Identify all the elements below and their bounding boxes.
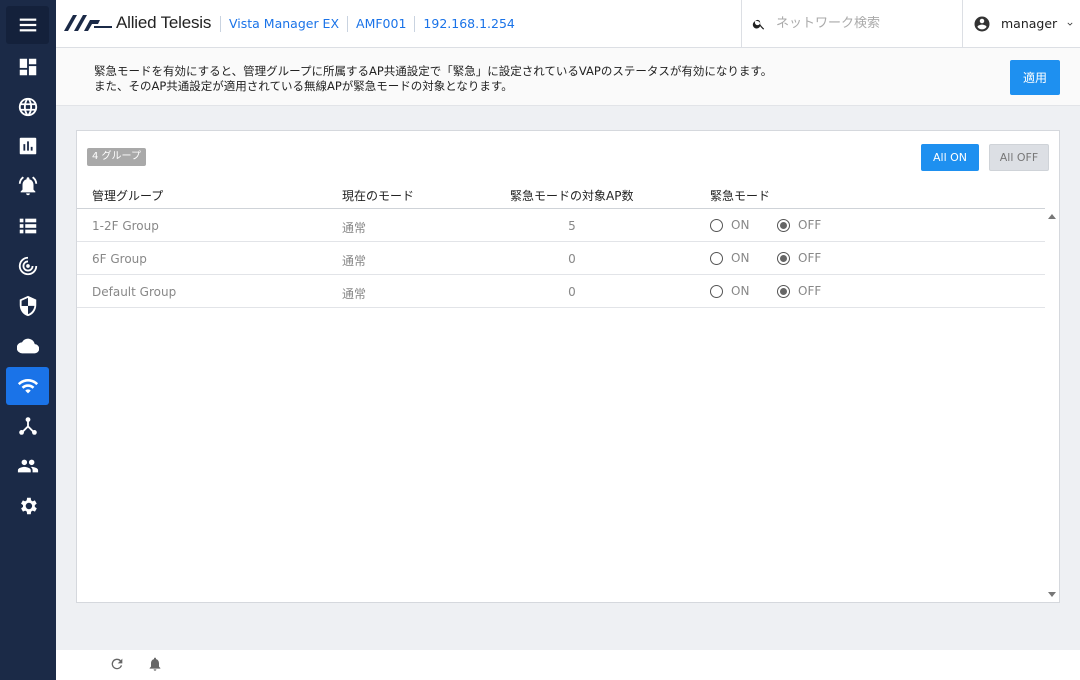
radio-unchecked-icon [710, 284, 723, 298]
group-name: Default Group [92, 285, 177, 299]
radio-checked-icon [777, 218, 790, 232]
notice-text: 緊急モードを有効にすると、管理グループに所属するAP共通設定で「緊急」に設定され… [94, 64, 772, 94]
current-mode: 通常 [342, 221, 367, 235]
sidebar-item-reports[interactable] [6, 127, 49, 165]
sidebar-item-users[interactable] [6, 447, 49, 485]
column-header-ap-count[interactable]: 緊急モードの対象AP数 [510, 187, 633, 204]
emergency-on-radio[interactable]: ON [710, 284, 749, 298]
user-name: manager [1001, 16, 1058, 31]
search-icon [752, 19, 765, 30]
group-name: 6F Group [92, 252, 147, 266]
network-icon [18, 417, 37, 435]
breadcrumb-amf[interactable]: AMF001 [347, 16, 414, 32]
apply-button[interactable]: 適用 [1010, 60, 1060, 95]
emergency-off-radio[interactable]: OFF [777, 251, 821, 265]
footer-bar [56, 650, 1080, 680]
group-table-panel: 4 グループ All ON All OFF 管理グループ 現在のモード 緊急モー… [76, 130, 1060, 603]
sidebar-item-topology[interactable] [6, 407, 49, 445]
sidebar-item-inventory[interactable] [6, 207, 49, 245]
notice-line-1: 緊急モードを有効にすると、管理グループに所属するAP共通設定で「緊急」に設定され… [94, 64, 773, 78]
emergency-off-radio[interactable]: OFF [777, 284, 821, 298]
logo-text: Allied Telesis [116, 13, 212, 32]
sidebar-item-wireless[interactable] [6, 367, 49, 405]
breadcrumb-ip[interactable]: 192.168.1.254 [414, 16, 522, 32]
all-on-button[interactable]: All ON [921, 144, 979, 171]
scroll-down-icon[interactable] [1048, 592, 1056, 597]
radio-label: ON [731, 251, 750, 265]
sidebar-item-settings[interactable] [6, 487, 49, 525]
sidebar-item-cloud[interactable] [6, 327, 49, 365]
globe-icon [18, 97, 37, 117]
sidebar-item-monitor[interactable] [6, 247, 49, 285]
menu-icon [19, 18, 36, 32]
column-header-current-mode[interactable]: 現在のモード [342, 187, 414, 204]
top-header: Allied Telesis Vista Manager EX AMF001 1… [56, 0, 1080, 48]
radio-label: OFF [798, 284, 822, 298]
chart-icon [19, 137, 36, 155]
account-icon [974, 16, 990, 31]
table-scrollbar[interactable] [1045, 209, 1060, 603]
refresh-icon[interactable] [109, 656, 125, 672]
table-body: 1-2F Group 通常 5 ON OFF 6F Group 通常 0 ON … [77, 209, 1045, 308]
user-menu[interactable]: manager [962, 0, 1080, 47]
logo: Allied Telesis [64, 12, 211, 34]
breadcrumb: Vista Manager EX AMF001 192.168.1.254 [220, 0, 523, 48]
column-header-emergency-mode[interactable]: 緊急モード [710, 187, 770, 204]
gear-icon [20, 497, 37, 515]
table-header: 管理グループ 現在のモード 緊急モードの対象AP数 緊急モード [77, 181, 1045, 209]
bell-icon[interactable] [147, 656, 163, 672]
cloud-icon [16, 338, 39, 354]
notice-line-2: また、そのAP共通設定が適用されている無線APが緊急モードの対象となります。 [94, 79, 513, 93]
radio-label: OFF [798, 218, 822, 232]
current-mode: 通常 [342, 287, 367, 301]
wifi-icon [17, 379, 38, 394]
radio-unchecked-icon [710, 251, 723, 265]
search-box [741, 0, 963, 47]
alarm-icon [18, 176, 37, 196]
people-icon [17, 459, 38, 473]
sidebar-item-network-map[interactable] [6, 88, 49, 126]
current-mode: 通常 [342, 254, 367, 268]
emergency-off-radio[interactable]: OFF [777, 218, 821, 232]
breadcrumb-product[interactable]: Vista Manager EX [220, 16, 347, 32]
emergency-on-radio[interactable]: ON [710, 218, 749, 232]
ap-count: 0 [568, 252, 576, 266]
sidebar-item-dashboard[interactable] [6, 48, 49, 86]
group-name: 1-2F Group [92, 219, 159, 233]
search-input[interactable] [776, 16, 956, 31]
menu-button[interactable] [6, 6, 49, 44]
radio-label: OFF [798, 251, 822, 265]
sidebar-item-alarms[interactable] [6, 167, 49, 205]
table-row: 6F Group 通常 0 ON OFF [77, 242, 1045, 275]
radio-checked-icon [777, 251, 790, 265]
group-count-badge: 4 グループ [87, 148, 146, 166]
emergency-on-radio[interactable]: ON [710, 251, 749, 265]
shield-icon [19, 295, 36, 317]
emergency-notice: 緊急モードを有効にすると、管理グループに所属するAP共通設定で「緊急」に設定され… [56, 48, 1080, 106]
radio-label: ON [731, 218, 750, 232]
sidebar [0, 0, 56, 680]
dashboard-icon [19, 58, 36, 76]
table-row: 1-2F Group 通常 5 ON OFF [77, 209, 1045, 242]
all-off-button[interactable]: All OFF [989, 144, 1049, 171]
radio-unchecked-icon [710, 218, 723, 232]
ap-count: 5 [568, 219, 576, 233]
scroll-up-icon[interactable] [1048, 214, 1056, 219]
chevron-down-icon [1067, 22, 1073, 26]
column-header-group[interactable]: 管理グループ [92, 187, 163, 204]
radar-icon [18, 256, 37, 276]
sidebar-item-security[interactable] [6, 287, 49, 325]
allied-telesis-logo-icon [64, 15, 112, 31]
table-row: Default Group 通常 0 ON OFF [77, 275, 1045, 308]
radio-label: ON [731, 284, 750, 298]
list-icon [19, 218, 36, 234]
ap-count: 0 [568, 285, 576, 299]
radio-checked-icon [777, 284, 790, 298]
